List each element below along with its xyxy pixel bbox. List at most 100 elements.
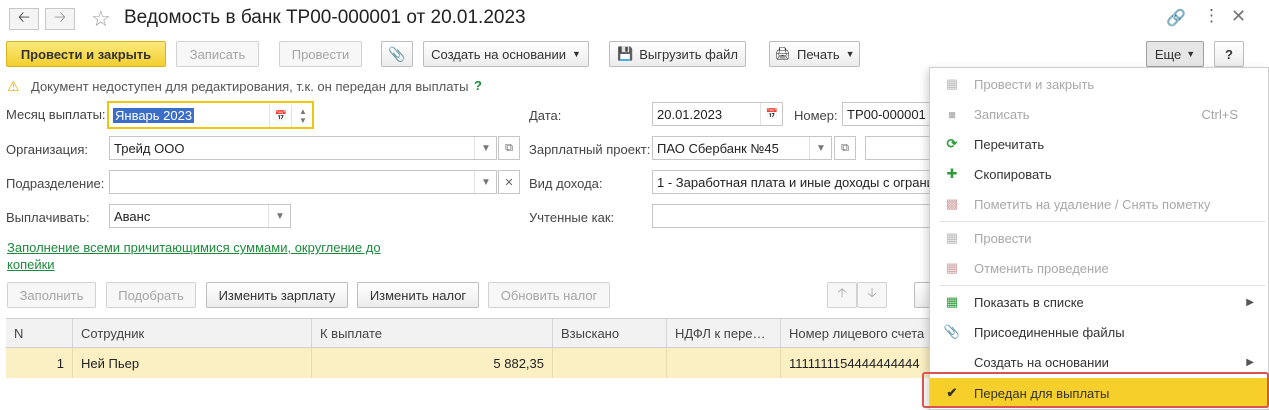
cell-to-pay: 5 882,35 xyxy=(312,348,553,378)
fill-settings-link[interactable]: Заполнение всеми причитающимися суммами,… xyxy=(7,239,381,273)
column-header-employee[interactable]: Сотрудник xyxy=(73,319,312,347)
post-button[interactable]: Провести xyxy=(279,41,362,67)
print-button[interactable]: 🖨 Печать ▼ xyxy=(769,41,860,67)
change-salary-button[interactable]: Изменить зарплату xyxy=(206,282,348,308)
help-button[interactable]: ? xyxy=(1214,41,1244,67)
department-field[interactable]: ▼ xyxy=(109,170,497,194)
dropdown-arrow-icon[interactable]: ▼ xyxy=(474,137,496,159)
pay-type-field[interactable]: Аванс ▼ xyxy=(109,204,291,228)
dropdown-arrow-icon[interactable]: ▼ xyxy=(268,205,290,227)
extra-field[interactable] xyxy=(865,136,932,160)
refresh-icon: ⟳ xyxy=(946,136,958,151)
date-label: Дата: xyxy=(529,108,562,123)
dropdown-arrow-icon[interactable]: ▼ xyxy=(809,137,831,159)
organization-field[interactable]: Трейд ООО ▼ xyxy=(109,136,497,160)
notice-help-link[interactable]: ? xyxy=(474,78,482,93)
cell-n: 1 xyxy=(6,348,73,378)
dropdown-arrow-icon: ▼ xyxy=(1186,49,1196,59)
page-title: Ведомость в банк ТР00-000001 от 20.01.20… xyxy=(124,7,526,28)
column-header-to-pay[interactable]: К выплате xyxy=(312,319,553,347)
organization-label: Организация: xyxy=(6,142,89,157)
open-salary-project-button[interactable]: ⧉ xyxy=(834,136,856,160)
create-based-on-button[interactable]: Создать на основании ▼ xyxy=(423,41,589,67)
export-icon: 💾 xyxy=(617,46,634,61)
calendar-icon[interactable]: 📅 xyxy=(269,105,292,127)
cell-employee: Ней Пьер xyxy=(73,348,312,378)
open-organization-button[interactable]: ⧉ xyxy=(498,136,520,160)
open-icon: ⧉ xyxy=(841,141,849,154)
unpost-icon: ▦ xyxy=(945,260,959,275)
cell-collected xyxy=(553,348,667,378)
more-menu: ▦ Провести и закрыть ■ Записать Ctrl+S ⟳… xyxy=(929,67,1269,410)
move-down-button[interactable]: 🡣 xyxy=(857,282,887,308)
highlight-callout xyxy=(922,372,1269,408)
change-tax-button[interactable]: Изменить налог xyxy=(357,282,479,308)
number-label: Номер: xyxy=(794,108,838,123)
show-in-list-icon: ▦ xyxy=(945,294,959,309)
forward-button[interactable]: 🡢 xyxy=(45,8,75,30)
salary-project-field[interactable]: ПАО Сбербанк №45 ▼ xyxy=(652,136,832,160)
copy-icon: ✚ xyxy=(946,166,958,181)
dropdown-arrow-icon[interactable]: ▼ xyxy=(474,171,496,193)
cell-ndfl xyxy=(667,348,781,378)
column-header-ndfl[interactable]: НДФЛ к пере… xyxy=(667,319,781,347)
column-header-collected[interactable]: Взыскано xyxy=(553,319,667,347)
income-type-field[interactable]: 1 - Заработная плата и иные доходы с огр… xyxy=(652,170,932,194)
menu-item-reread[interactable]: ⟳ Перечитать xyxy=(930,129,1268,159)
menu-item-unpost[interactable]: ▦ Отменить проведение xyxy=(930,253,1268,283)
open-icon: ⧉ xyxy=(505,141,513,154)
favorite-star-icon[interactable]: ☆ xyxy=(91,6,111,32)
update-tax-button[interactable]: Обновить налог xyxy=(488,282,610,308)
menu-item-save[interactable]: ■ Записать Ctrl+S xyxy=(930,99,1268,129)
menu-item-copy[interactable]: ✚ Скопировать xyxy=(930,159,1268,189)
fill-button[interactable]: Заполнить xyxy=(7,282,96,308)
readonly-notice: Документ недоступен для редактирования, … xyxy=(31,79,469,94)
submenu-arrow-icon: ▶ xyxy=(1246,296,1254,308)
select-button[interactable]: Подобрать xyxy=(106,282,196,308)
month-stepper-icon[interactable]: ▲ ▼ xyxy=(291,105,312,127)
save-button[interactable]: Записать xyxy=(176,41,259,67)
back-button[interactable]: 🡠 xyxy=(9,8,39,30)
calendar-icon[interactable]: 📅 xyxy=(760,103,782,125)
menu-item-post[interactable]: ▦ Провести xyxy=(930,223,1268,253)
accounted-as-label: Учтенные как: xyxy=(529,210,615,225)
export-file-button[interactable]: 💾 Выгрузить файл xyxy=(609,41,746,67)
submenu-arrow-icon: ▶ xyxy=(1246,356,1254,368)
attachment-icon: 📎 xyxy=(943,324,961,339)
column-header-n[interactable]: N xyxy=(6,319,73,347)
clear-icon: ✕ xyxy=(504,176,514,189)
arrow-down-icon: 🡣 xyxy=(867,285,877,300)
menu-separator xyxy=(940,285,1265,286)
cell-account: 1111111154444444444 xyxy=(789,355,920,371)
save-icon: ■ xyxy=(948,106,956,122)
dropdown-arrow-icon: ▼ xyxy=(571,49,581,59)
post-and-close-button[interactable]: Провести и закрыть xyxy=(6,41,166,67)
clear-department-button[interactable]: ✕ xyxy=(498,170,520,194)
close-icon[interactable]: ✕ xyxy=(1231,6,1246,27)
month-field[interactable]: Январь 2023 📅 ▲ ▼ xyxy=(107,101,314,129)
menu-separator xyxy=(940,221,1265,222)
menu-item-mark-delete[interactable]: ▩ Пометить на удаление / Снять пометку xyxy=(930,189,1268,219)
menu-item-show-in-list[interactable]: ▦ Показать в списке ▶ xyxy=(930,287,1268,317)
dropdown-arrow-icon: ▼ xyxy=(845,49,855,59)
arrow-left-icon: 🡠 xyxy=(17,8,31,26)
column-header-account[interactable]: Номер лицевого счета xyxy=(781,319,930,347)
table-row[interactable]: 1 Ней Пьер 5 882,35 1111111154444444444 xyxy=(6,348,930,378)
post-icon: ▦ xyxy=(945,230,959,245)
table-header: N Сотрудник К выплате Взыскано НДФЛ к пе… xyxy=(6,318,930,348)
menu-item-post-close[interactable]: ▦ Провести и закрыть xyxy=(930,69,1268,99)
more-button[interactable]: Еще ▼ xyxy=(1146,41,1204,67)
number-field[interactable]: ТР00-000001 xyxy=(842,102,932,126)
menu-item-attached-files[interactable]: 📎 Присоединенные файлы xyxy=(930,317,1268,347)
date-field[interactable]: 20.01.2023 📅 xyxy=(652,102,783,126)
department-label: Подразделение: xyxy=(6,176,105,191)
salary-project-label: Зарплатный проект: xyxy=(529,142,651,157)
printer-icon: 🖨 xyxy=(774,46,791,61)
pay-type-label: Выплачивать: xyxy=(6,210,90,225)
more-vertical-icon[interactable]: ⋮ xyxy=(1203,6,1220,26)
link-icon[interactable]: 🔗 xyxy=(1166,8,1186,28)
month-label: Месяц выплаты: xyxy=(6,107,106,122)
move-up-button[interactable]: 🡡 xyxy=(827,282,857,308)
accounted-as-field[interactable] xyxy=(652,204,932,228)
attach-button[interactable]: 📎 xyxy=(381,41,413,67)
